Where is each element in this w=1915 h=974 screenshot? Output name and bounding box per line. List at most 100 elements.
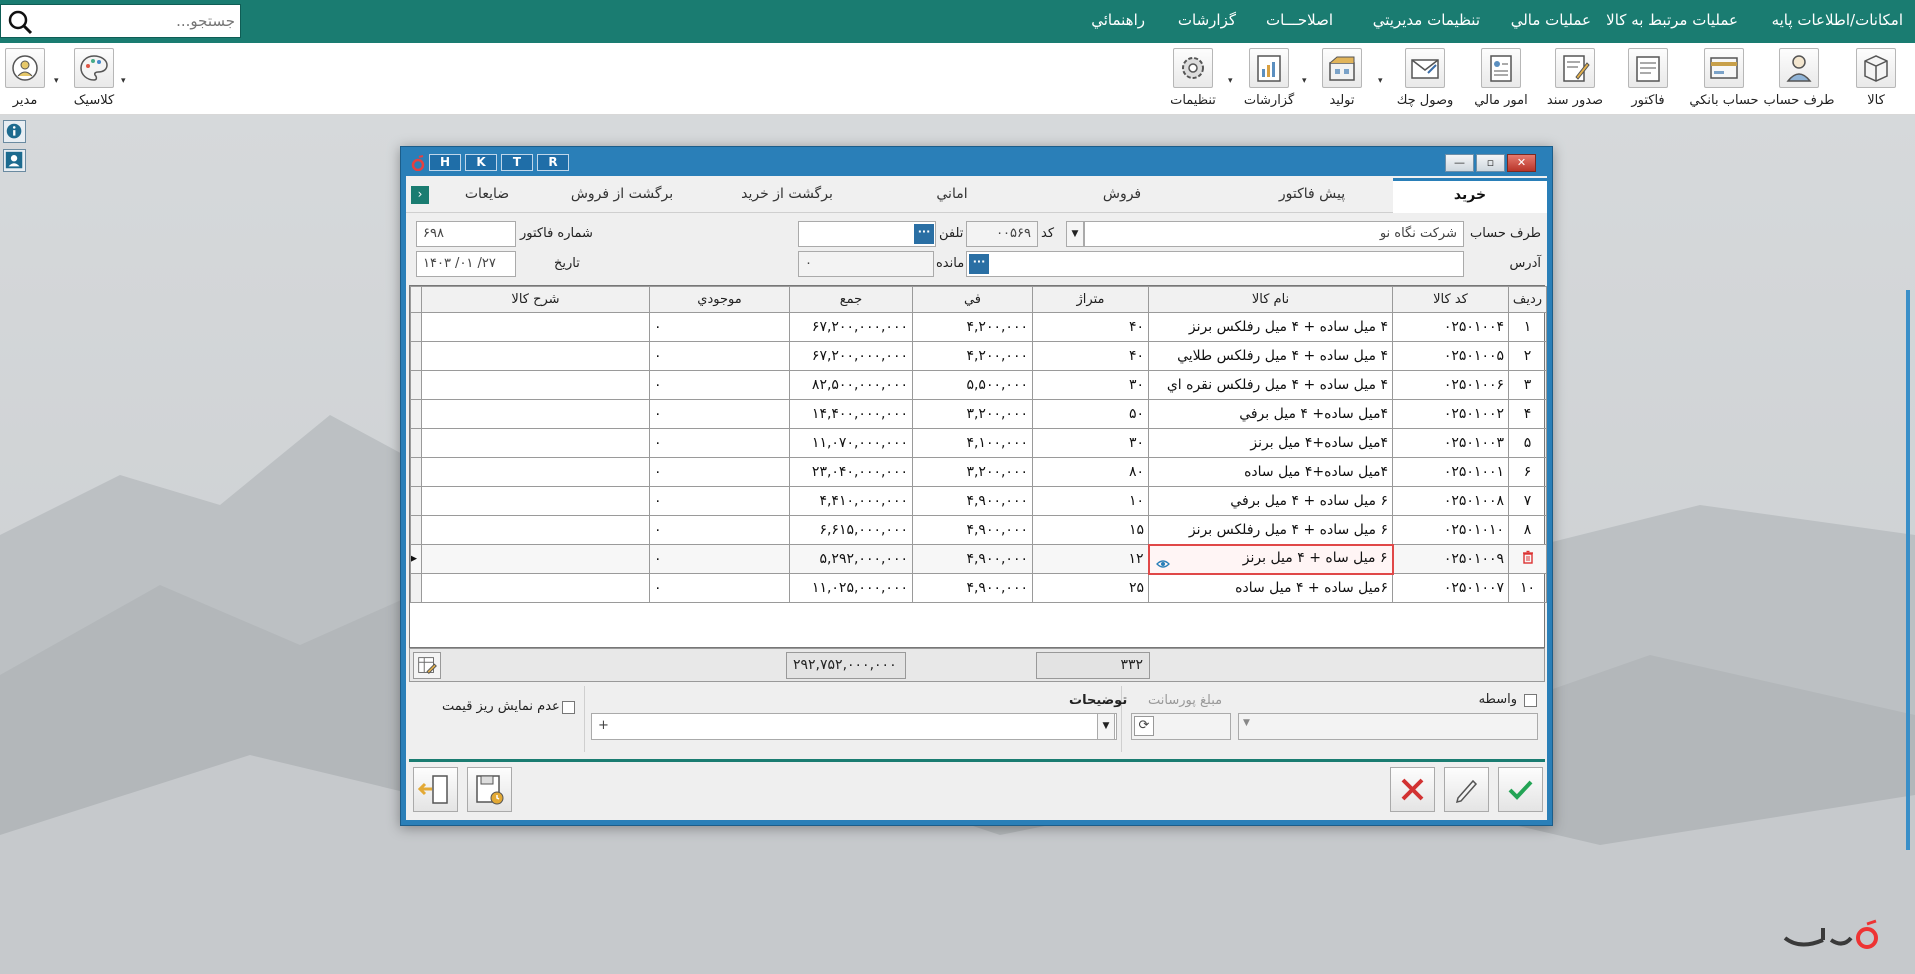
hide-price-detail-checkbox[interactable] [562,701,575,714]
tab-purchase[interactable]: خرید [1393,178,1547,213]
document-type-tabs: خرید پیش فاکتور فروش اماني برگشت از خرید… [406,176,1547,213]
balance-field: ۰ [798,251,934,277]
commission-label: مبلغ پورسانت [1148,693,1223,708]
toolbar-invoice-button[interactable]: فاکتور [1612,46,1684,112]
column-header-code[interactable]: کد کالا [1392,286,1509,313]
table-row[interactable]: ۲ ۰۲۵۰۱۰۰۵ ۴ میل ساده + ۴ میل رفلکس طلای… [410,341,1547,371]
close-window-button[interactable]: ✕ [1507,154,1536,172]
date-field[interactable]: ۱۴۰۳ /۰۱ /۲۷ [416,251,516,277]
table-row[interactable]: ۶ ۰۲۵۰۱۰۰۱ ۴میل ساده+۴ میل ساده ۸۰ ۳,۲۰۰… [410,457,1547,487]
invoice-options-panel: واسطه مبلغ پورسانت ▼ ⟳ توضيحات + ▼ عدم ن… [409,686,1545,752]
grid-edit-icon [418,657,437,675]
account-code-field[interactable]: ۰۰۵۶۹ [966,221,1038,247]
toolbar-admin-button[interactable]: مدیر [0,46,61,112]
broker-select[interactable]: ▼ [1238,713,1538,740]
admin-dropdown-arrow[interactable]: ▾ [54,76,59,86]
column-header-quantity[interactable]: متراژ [1032,286,1149,313]
grid-settings-button[interactable] [413,652,441,679]
toolbar-account-party-button[interactable]: طرف حساب [1763,46,1835,112]
tab-purchase-return[interactable]: برگشت از خرید [717,178,857,213]
notes-field[interactable]: + [591,713,1117,740]
table-row[interactable]: ۱۰ ۰۲۵۰۱۰۰۷ ۶میل ساده + ۴ میل ساده ۲۵ ۴,… [410,573,1547,603]
bank-card-icon [1704,48,1744,88]
tab-consignment[interactable]: اماني [902,178,1002,213]
address-field[interactable] [966,251,1464,277]
notes-dropdown-arrow[interactable]: ▼ [1097,713,1115,740]
column-header-stock[interactable]: موجودي [649,286,790,313]
trash-icon[interactable] [1521,550,1535,564]
table-row[interactable]: ۵ ۰۲۵۰۱۰۰۳ ۴میل ساده+۴ میل برنز ۳۰ ۴,۱۰۰… [410,428,1547,458]
items-table: ردیف کد کالا نام کالا متراژ في جمع موجود… [410,286,1547,603]
column-header-description[interactable]: شرح کالا [421,286,650,313]
column-header-total[interactable]: جمع [789,286,913,313]
menu-corrections[interactable]: اصلاحـــات [1266,11,1333,29]
info-icon[interactable] [3,120,26,143]
table-row-selected[interactable]: ۰۲۵۰۱۰۰۹ ۶ میل ساه + ۴ میل برنز ۱۲ ۴,۹۰۰… [410,543,1547,575]
maximize-button[interactable]: ▫ [1476,154,1505,172]
menu-help[interactable]: راهنمائي [1091,11,1145,29]
minimize-button[interactable]: — [1445,154,1474,172]
table-row[interactable]: ۸ ۰۲۵۰۱۰۱۰ ۶ میل ساده + ۴ میل رفلکس برنز… [410,515,1547,545]
toolbar-settings-button[interactable]: تنظيمات [1157,46,1229,112]
person-icon [1779,48,1819,88]
menu-base-info[interactable]: امکانات/اطلاعات پایه [1772,11,1903,29]
exit-button[interactable] [413,767,458,812]
edit-button[interactable] [1444,767,1489,812]
code-label: کد [1041,226,1055,241]
broker-select-arrow-icon: ▼ [1243,718,1250,728]
menu-goods-operations[interactable]: عملیات مرتبط به کالا [1606,11,1738,29]
save-draft-button[interactable] [467,767,512,812]
date-label: تاریخ [554,256,580,271]
table-row[interactable]: ۴ ۰۲۵۰۱۰۰۲ ۴میل ساده+ ۴ میل برفي ۵۰ ۳,۲۰… [410,399,1547,429]
toolbar-financial-affairs-button[interactable]: امور مالي [1465,46,1537,112]
account-party-field[interactable]: شرکت نگاه نو [1084,221,1464,247]
tab-sales[interactable]: فروش [1072,178,1172,213]
tab-proforma[interactable]: پیش فاکتور [1252,178,1372,213]
search-icon[interactable] [7,9,33,35]
account-dropdown-arrow[interactable]: ▼ [1066,221,1084,247]
menu-management-settings[interactable]: تنظيمات مديريتي [1373,11,1480,29]
toolbar-reports-button[interactable]: گزارشات [1233,46,1305,112]
tabs-scroll-arrow[interactable]: › [411,186,429,204]
confirm-button[interactable] [1498,767,1543,812]
exit-door-icon [417,775,448,804]
delete-row-cell[interactable] [1508,544,1547,574]
cancel-button[interactable] [1390,767,1435,812]
phone-lookup-button[interactable]: ··· [914,224,934,244]
column-header-name[interactable]: نام کالا [1148,286,1393,313]
toolbar-classic-theme-button[interactable]: کلاسیک [58,46,130,112]
toolbar-production-button[interactable]: توليد [1306,46,1378,112]
purchase-invoice-dialog: H K T R — ▫ ✕ خرید پیش فاکتور فروش اماني… [400,146,1553,826]
search-input[interactable] [41,5,239,37]
menu-reports[interactable]: گزارشات [1178,11,1236,29]
user-profile-icon[interactable] [3,149,26,172]
toolbar-cheque-receipt-button[interactable]: وصول چك [1389,46,1461,112]
commission-amount-field[interactable]: ⟳ [1131,713,1231,740]
broker-checkbox[interactable] [1524,694,1537,707]
letter-button-k[interactable]: K [465,154,497,171]
refresh-icon[interactable]: ⟳ [1134,716,1154,736]
letter-button-t[interactable]: T [501,154,533,171]
toolbar-bank-account-button[interactable]: حساب بانکي [1688,46,1760,112]
table-row[interactable]: ۱ ۰۲۵۰۱۰۰۴ ۴ میل ساده + ۴ میل رفلکس برنز… [410,312,1547,342]
invoice-number-field[interactable]: ۶۹۸ [416,221,516,247]
theme-dropdown-arrow[interactable]: ▾ [121,76,126,86]
letter-button-r[interactable]: R [537,154,569,171]
menu-financial-operations[interactable]: عملیات مالي [1511,11,1591,29]
letter-button-h[interactable]: H [429,154,461,171]
column-header-unit-price[interactable]: في [912,286,1033,313]
column-header-row-number[interactable]: ردیف [1508,286,1547,313]
table-row[interactable]: ۷ ۰۲۵۰۱۰۰۸ ۶ میل ساده + ۴ میل برفي ۱۰ ۴,… [410,486,1547,516]
brand-logo [1783,919,1878,949]
toolbar-goods-button[interactable]: کالا [1840,46,1912,112]
table-row[interactable]: ۳ ۰۲۵۰۱۰۰۶ ۴ میل ساده + ۴ میل رفلکس نقره… [410,370,1547,400]
box-icon [1856,48,1896,88]
selected-name-cell[interactable]: ۶ میل ساه + ۴ میل برنز [1147,543,1394,575]
toolbar-issue-document-button[interactable]: صدور سند [1539,46,1611,112]
production-dropdown-arrow[interactable]: ▾ [1378,76,1383,86]
address-lookup-button[interactable]: ··· [969,254,989,274]
tab-sales-return[interactable]: برگشت از فروش [547,178,697,213]
eye-icon[interactable] [1155,559,1170,569]
tab-waste[interactable]: ضایعات [447,178,527,213]
column-header-indicator [410,286,422,313]
